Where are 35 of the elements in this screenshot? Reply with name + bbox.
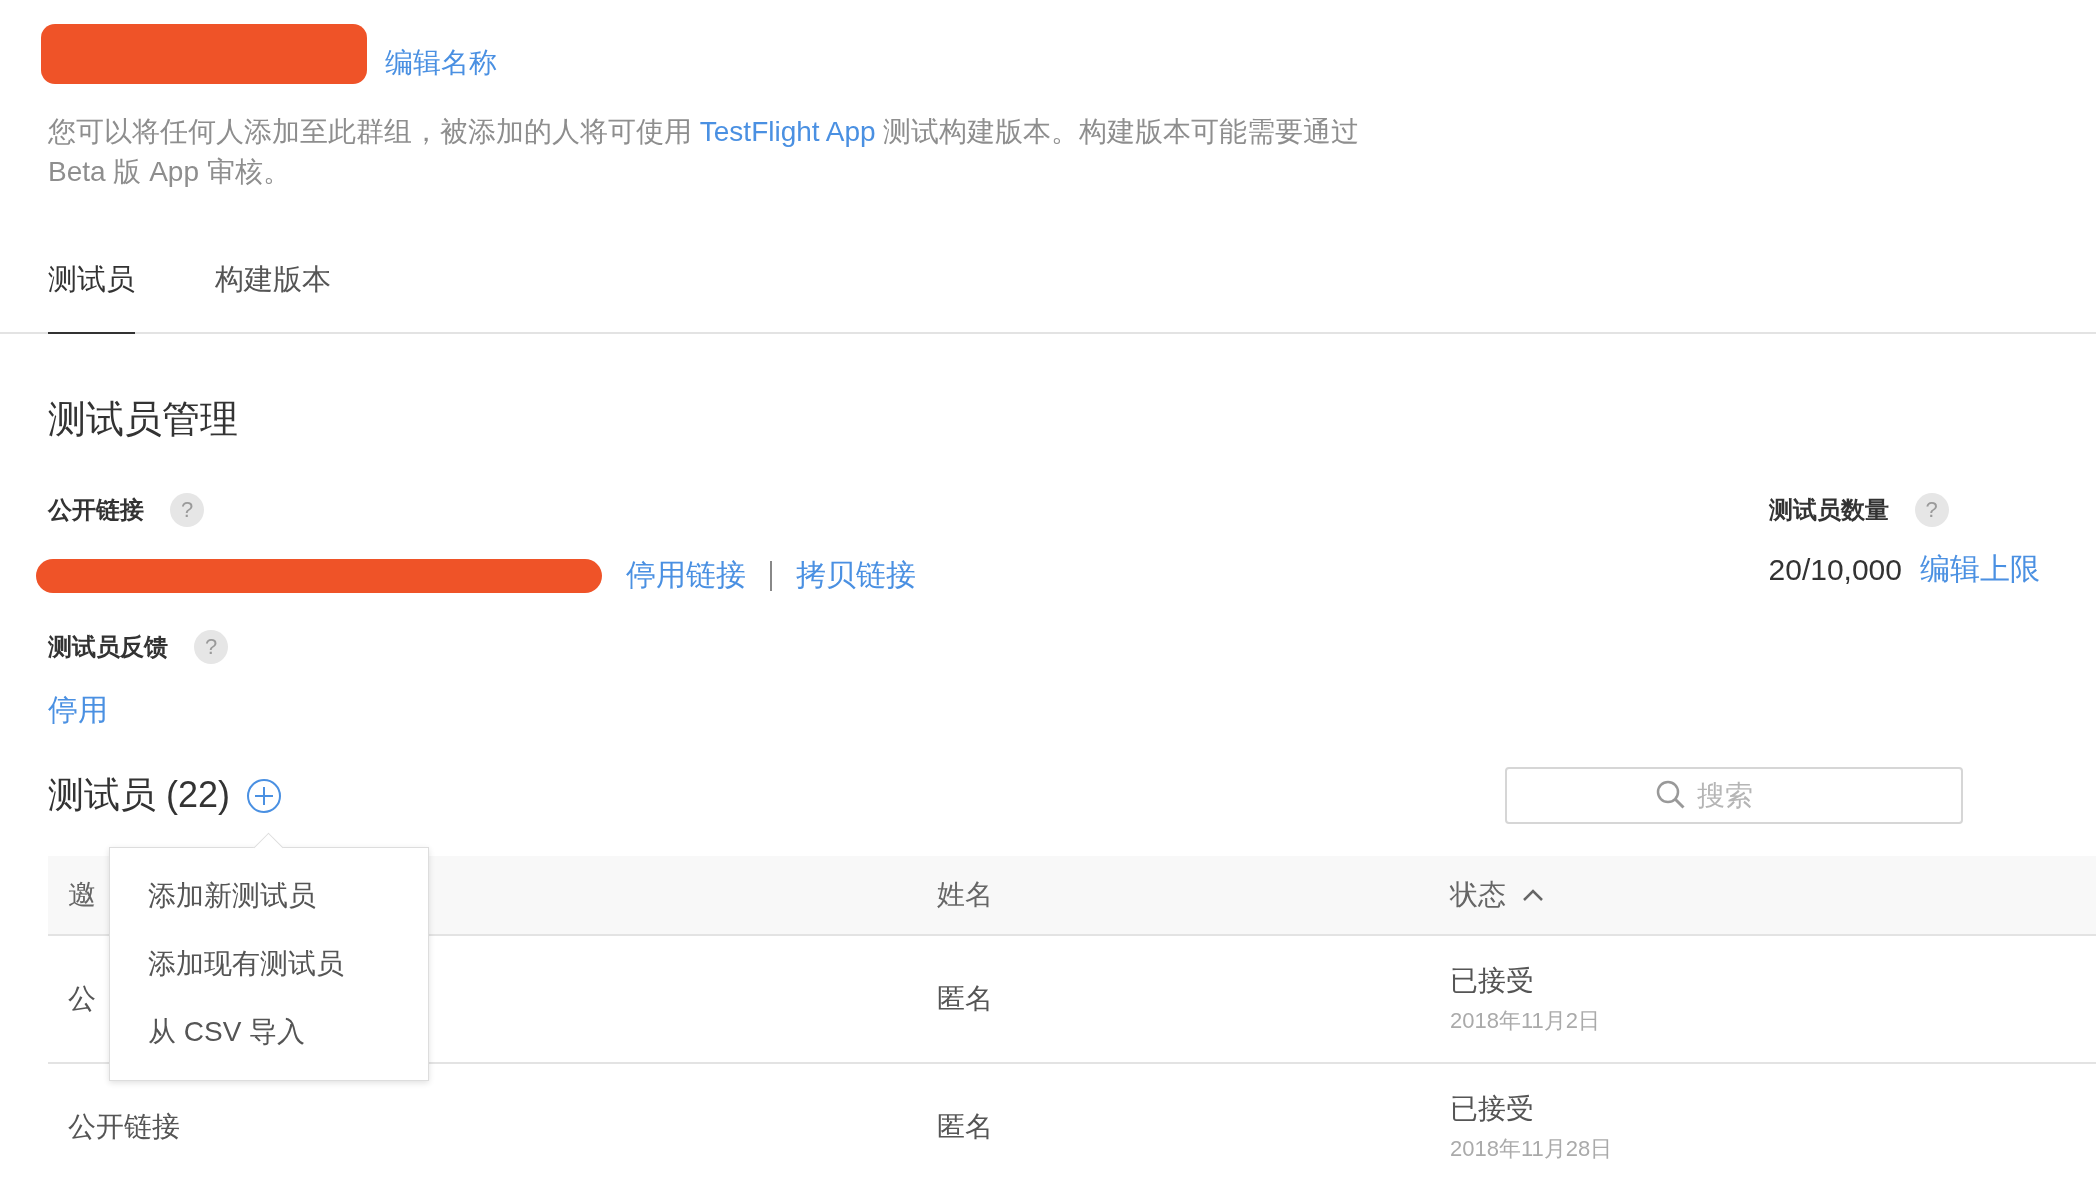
add-icon[interactable] — [246, 777, 283, 814]
table-cell-text: 匿名 — [937, 1110, 993, 1144]
edit-limit-link[interactable]: 编辑上限 — [1920, 549, 2040, 590]
date-text: 2018年11月2日 — [1450, 1007, 1601, 1035]
tester-count: 20/10,000 — [1768, 552, 1902, 587]
table-cell-text: 公 — [68, 982, 96, 1016]
testflight-link[interactable]: TestFlight App — [699, 116, 876, 147]
table-cell-text: 公开链接 — [68, 1110, 180, 1144]
menu-item[interactable]: 从 CSV 导入 — [110, 998, 428, 1066]
help-icon[interactable]: ? — [170, 493, 204, 527]
column-header[interactable]: 状态 — [1450, 876, 1544, 914]
help-icon[interactable]: ? — [194, 630, 228, 664]
feedback-label: 测试员反馈 — [48, 632, 168, 662]
public-link-label: 公开链接 — [48, 495, 144, 525]
copy-link[interactable]: 拷贝链接 — [796, 555, 916, 596]
table-cell-text: 匿名 — [937, 982, 993, 1016]
disable-link[interactable]: 停用链接 — [626, 555, 746, 596]
menu-item[interactable]: 添加现有测试员 — [110, 930, 428, 998]
help-icon[interactable]: ? — [1914, 493, 1949, 527]
status-text: 已接受 — [1450, 964, 1535, 998]
testers-title: 测试员 (22) — [48, 773, 231, 817]
section-title: 测试员管理 — [48, 397, 239, 442]
edit-name-link[interactable]: 编辑名称 — [385, 44, 497, 82]
column-header[interactable]: 邀 — [68, 876, 96, 914]
status-text: 已接受 — [1450, 1092, 1535, 1126]
description-text: 您可以将任何人添加至此群组，被添加的人将可使用 TestFlight App 测试构建版本。构建版本可能需要通过 Beta 版 App 审核。 — [48, 115, 1361, 189]
search-field[interactable]: 搜索 — [1505, 767, 1963, 824]
tester-count-label: 测试员数量 — [1768, 495, 1889, 525]
date-text: 2018年11月28日 — [1450, 1135, 1614, 1163]
tab[interactable]: 构建版本 — [215, 254, 331, 334]
disable-feedback-link[interactable]: 停用 — [48, 690, 108, 731]
tab[interactable]: 测试员 — [48, 254, 135, 334]
column-header[interactable]: 姓名 — [937, 876, 993, 914]
menu-item[interactable]: 添加新测试员 — [110, 862, 428, 930]
search-icon — [1655, 779, 1687, 811]
